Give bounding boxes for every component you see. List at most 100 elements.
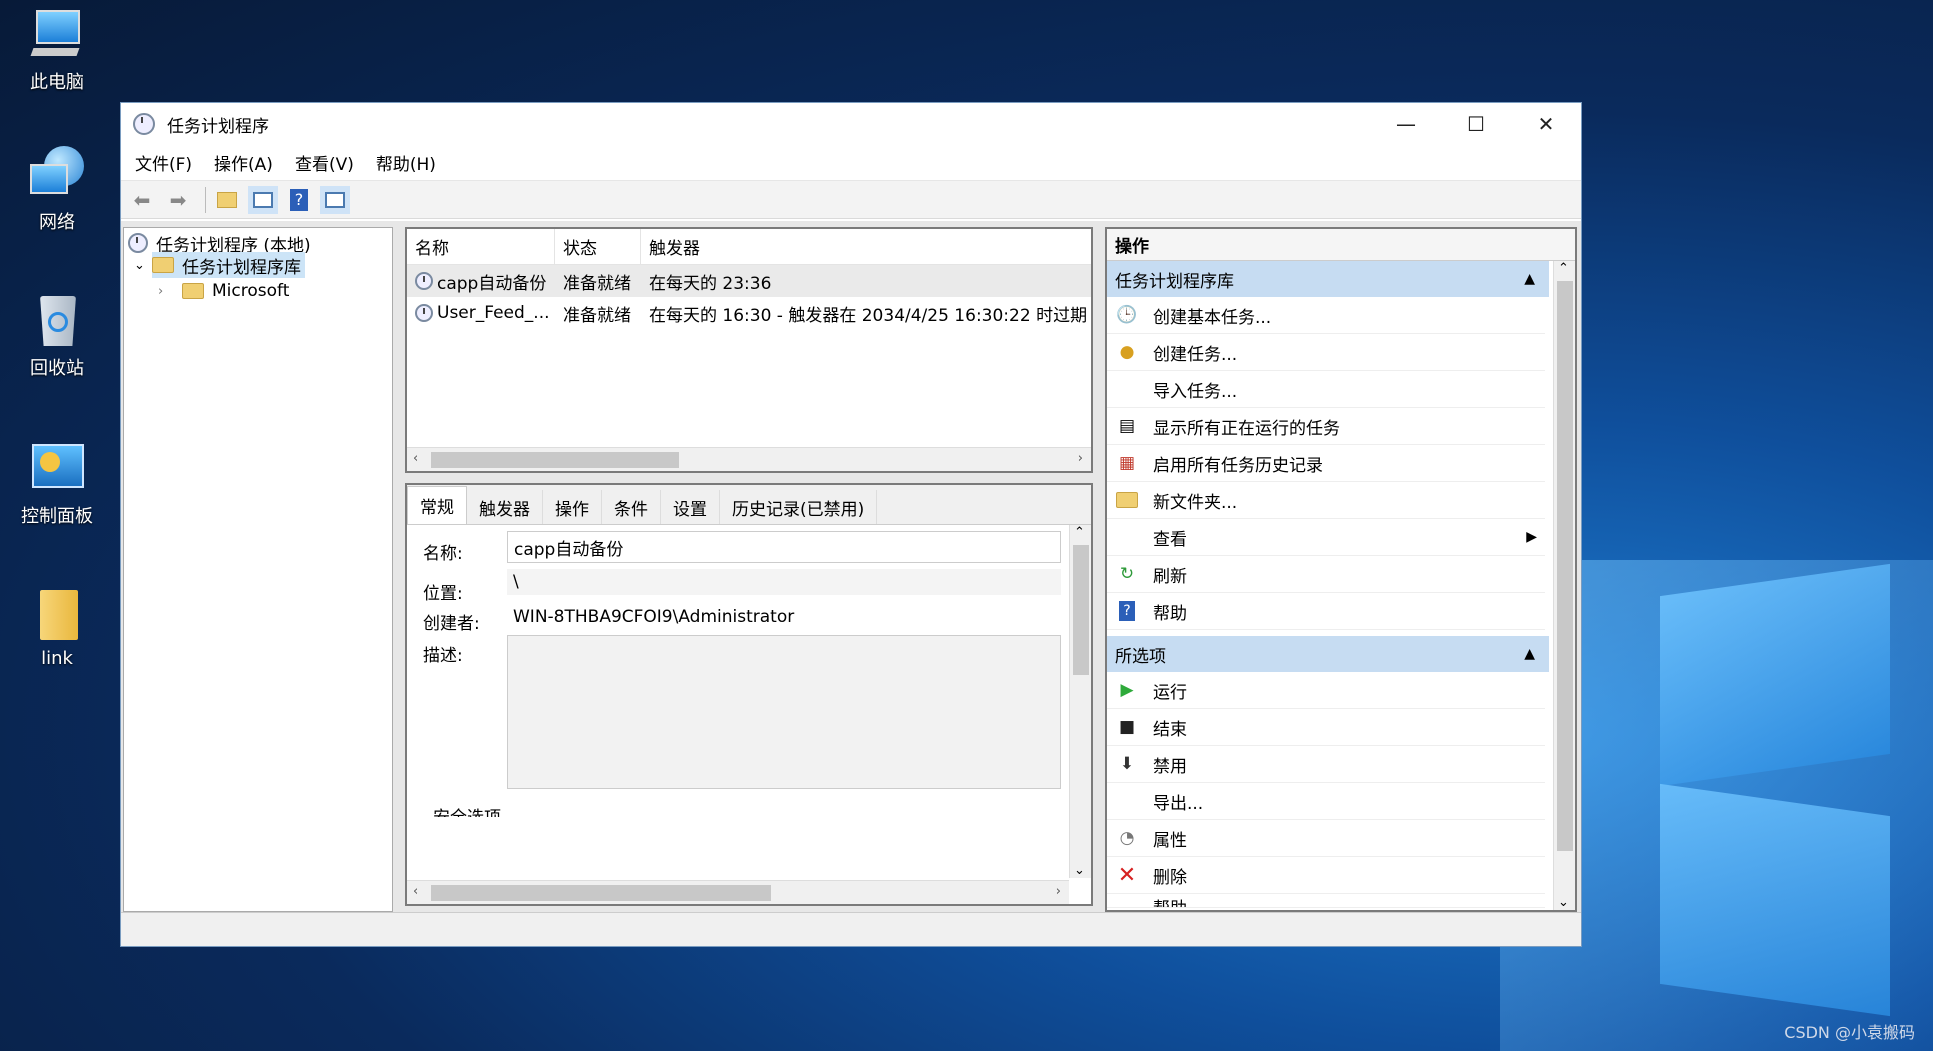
detail-hscroll[interactable]: ‹ › xyxy=(407,880,1069,904)
menu-file[interactable]: 文件(F) xyxy=(135,150,192,175)
desktop-window-pane xyxy=(1660,783,1890,1017)
scroll-down-icon[interactable]: ⌄ xyxy=(1074,863,1085,878)
minimize-button[interactable]: — xyxy=(1371,103,1441,145)
tab-settings[interactable]: 设置 xyxy=(661,490,720,524)
actions-vscroll[interactable]: ⌃ ⌄ xyxy=(1553,261,1575,910)
scroll-thumb[interactable] xyxy=(431,452,679,468)
tab-triggers[interactable]: 触发器 xyxy=(467,490,543,524)
column-header-name[interactable]: 名称 xyxy=(407,229,555,264)
scroll-thumb[interactable] xyxy=(431,885,771,901)
action-help-selected[interactable]: 帮助 xyxy=(1107,894,1545,908)
desktop-icon-network[interactable]: 网络 xyxy=(14,146,100,234)
action-new-folder[interactable]: 新文件夹... xyxy=(1107,482,1545,519)
tree-item-library[interactable]: 任务计划程序库 xyxy=(152,252,305,278)
task-trigger: 在每天的 23:36 xyxy=(649,273,772,294)
title-bar[interactable]: 任务计划程序 xyxy=(121,103,1581,145)
show-hide-action-pane-icon xyxy=(325,191,345,208)
action-help[interactable]: ? 帮助 xyxy=(1107,593,1545,630)
watermark: CSDN @小袁搬码 xyxy=(1784,1023,1915,1042)
submenu-arrow-icon: ▶ xyxy=(1526,529,1537,545)
description-label: 描述: xyxy=(423,646,463,666)
detail-vscroll[interactable]: ⌃ ⌄ xyxy=(1069,525,1091,878)
scroll-left-icon[interactable]: ‹ xyxy=(413,884,418,899)
tab-general[interactable]: 常规 xyxy=(407,486,467,524)
desktop-icon-label: 网络 xyxy=(39,212,75,233)
action-label: 运行 xyxy=(1153,682,1187,703)
forward-button[interactable]: ➡ xyxy=(163,186,193,214)
action-label: 创建任务... xyxy=(1153,344,1238,365)
tab-conditions[interactable]: 条件 xyxy=(602,490,661,524)
actions-section-selected[interactable]: 所选项 ▲ xyxy=(1107,636,1549,672)
task-clock-icon xyxy=(415,272,433,290)
task-name-cell: capp自动备份 xyxy=(407,269,555,294)
maximize-button[interactable]: ☐ xyxy=(1441,103,1511,145)
name-field[interactable]: capp自动备份 xyxy=(507,531,1061,563)
desktop-icon-this-pc[interactable]: 此电脑 xyxy=(14,6,100,94)
scroll-right-icon[interactable]: › xyxy=(1056,884,1061,899)
scroll-up-icon[interactable]: ⌃ xyxy=(1074,525,1085,540)
task-scheduler-window: 任务计划程序 — ☐ ✕ 文件(F) 操作(A) 查看(V) 帮助(H) ⬅ ➡… xyxy=(120,102,1582,947)
scroll-right-icon[interactable]: › xyxy=(1078,451,1083,466)
run-icon: ▶ xyxy=(1120,680,1134,700)
action-disable[interactable]: ⬇ 禁用 xyxy=(1107,746,1545,783)
scroll-down-icon[interactable]: ⌄ xyxy=(1558,895,1569,910)
action-end[interactable]: ■ 结束 xyxy=(1107,709,1545,746)
table-row[interactable]: User_Feed_... 准备就绪 在每天的 16:30 - 触发器在 203… xyxy=(407,297,1091,329)
refresh-icon: ↻ xyxy=(1119,564,1135,584)
close-button[interactable]: ✕ xyxy=(1511,103,1581,145)
up-folder-button[interactable] xyxy=(212,186,242,214)
task-name: User_Feed_... xyxy=(437,303,550,323)
detail-tabs: 常规 触发器 操作 条件 设置 历史记录(已禁用) xyxy=(407,485,1091,525)
tree-expand-toggle[interactable]: ⌄ xyxy=(134,252,145,278)
action-refresh[interactable]: ↻ 刷新 xyxy=(1107,556,1545,593)
help-button[interactable]: ? xyxy=(284,186,314,214)
action-enable-history[interactable]: ▦ 启用所有任务历史记录 xyxy=(1107,445,1545,482)
tab-actions[interactable]: 操作 xyxy=(543,490,602,524)
action-run[interactable]: ▶ 运行 xyxy=(1107,672,1545,709)
column-header-trigger[interactable]: 触发器 xyxy=(641,229,1091,264)
scroll-up-icon[interactable]: ⌃ xyxy=(1558,261,1569,276)
tree-expand-toggle[interactable]: › xyxy=(158,278,163,304)
location-label: 位置: xyxy=(423,584,463,604)
control-panel-icon xyxy=(28,440,86,496)
task-trigger: 在每天的 16:30 - 触发器在 2034/4/25 16:30:22 时过期 xyxy=(649,305,1088,326)
action-create-task[interactable]: ● 创建任务... xyxy=(1107,334,1545,371)
author-field: WIN-8THBA9CFOI9\Administrator xyxy=(507,603,1061,631)
maximize-icon: ☐ xyxy=(1467,112,1485,136)
security-options-label: 安全选项 xyxy=(433,803,501,817)
desktop-icon-control-panel[interactable]: 控制面板 xyxy=(14,440,100,528)
content-area: 任务计划程序 (本地) ⌄ 任务计划程序库 › Microsoft 名称 状态 … xyxy=(121,221,1581,912)
action-create-basic-task[interactable]: 🕒 创建基本任务... xyxy=(1107,297,1545,334)
action-import-task[interactable]: 导入任务... xyxy=(1107,371,1545,408)
back-button[interactable]: ⬅ xyxy=(127,186,157,214)
task-list-header: 名称 状态 触发器 xyxy=(407,229,1091,265)
action-properties[interactable]: ◔ 属性 xyxy=(1107,820,1545,857)
folder-up-icon xyxy=(217,191,237,208)
tree-item-microsoft[interactable]: Microsoft xyxy=(182,278,289,304)
task-list-hscroll[interactable]: ‹ › xyxy=(407,447,1091,471)
show-hide-action-pane-button[interactable] xyxy=(320,185,350,214)
desktop-icon-recycle-bin[interactable]: 回收站 xyxy=(14,292,100,380)
action-view[interactable]: 查看 ▶ xyxy=(1107,519,1545,556)
action-label: 显示所有正在运行的任务 xyxy=(1153,418,1340,439)
desktop-icon-link[interactable]: link xyxy=(14,586,100,669)
actions-section-library[interactable]: 任务计划程序库 ▲ xyxy=(1107,261,1549,297)
action-delete[interactable]: ✕ 删除 xyxy=(1107,857,1545,894)
menu-view[interactable]: 查看(V) xyxy=(295,150,354,175)
table-row[interactable]: capp自动备份 准备就绪 在每天的 23:36 xyxy=(407,265,1091,297)
scroll-left-icon[interactable]: ‹ xyxy=(413,451,418,466)
description-field[interactable] xyxy=(507,635,1061,789)
action-export[interactable]: 导出... xyxy=(1107,783,1545,820)
menu-action[interactable]: 操作(A) xyxy=(214,150,273,175)
action-label: 帮助 xyxy=(1153,603,1187,624)
scroll-thumb[interactable] xyxy=(1073,545,1089,675)
name-label: 名称: xyxy=(423,544,463,564)
menu-help[interactable]: 帮助(H) xyxy=(376,150,436,175)
tab-history[interactable]: 历史记录(已禁用) xyxy=(720,490,878,524)
column-header-status[interactable]: 状态 xyxy=(555,229,641,264)
help-icon xyxy=(1115,894,1139,907)
action-show-running[interactable]: ▤ 显示所有正在运行的任务 xyxy=(1107,408,1545,445)
blank-icon xyxy=(1115,790,1139,812)
scroll-thumb[interactable] xyxy=(1557,281,1573,851)
show-hide-tree-button[interactable] xyxy=(248,185,278,214)
